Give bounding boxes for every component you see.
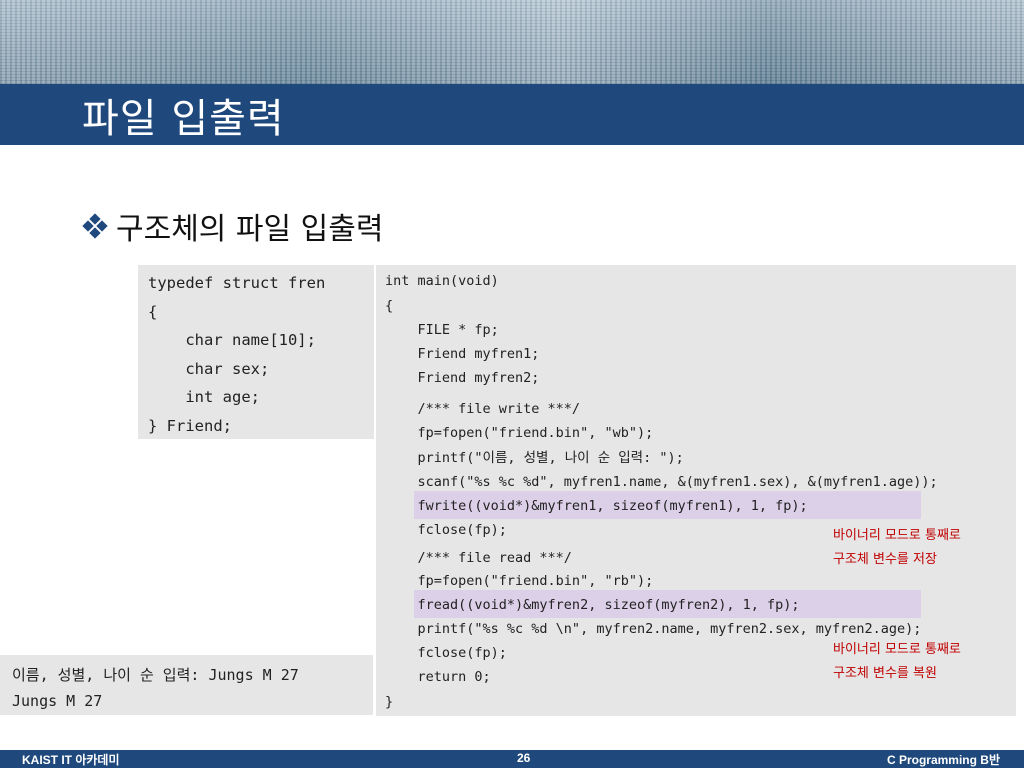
- code-line: char name[10];: [148, 331, 316, 349]
- code-line: fp=fopen("friend.bin", "wb");: [385, 425, 654, 441]
- code-line: int main(void): [385, 273, 499, 289]
- code-line: /*** file write ***/: [385, 401, 581, 417]
- code-line: char sex;: [148, 359, 270, 378]
- page-title: 파일 입출력: [82, 96, 285, 142]
- read-note: 바이너리 모드로 통째로 구조체 변수를 복원: [833, 638, 961, 686]
- code-line: /*** file read ***/: [385, 550, 572, 566]
- code-line: FILE * fp;: [385, 322, 499, 338]
- console-line: 이름, 성별, 나이 순 입력: Jungs M 27: [12, 666, 299, 684]
- footer-bar: KAIST IT 아카데미 26 C Programming B반: [0, 750, 1024, 768]
- code-line: printf("이름, 성별, 나이 순 입력: ");: [385, 450, 684, 466]
- write-note: 바이너리 모드로 통째로 구조체 변수를 저장: [833, 524, 961, 572]
- footer-left-text: KAIST IT 아카데미: [22, 753, 120, 767]
- code-line: printf("%s %c %d \n", myfren2.name, myfr…: [385, 621, 922, 637]
- code-line: int age;: [148, 388, 260, 406]
- read-note-line: 구조체 변수를 복원: [833, 666, 937, 681]
- write-note-line: 바이너리 모드로 통째로: [833, 528, 961, 543]
- code-line: {: [385, 298, 394, 314]
- bullet-item: 구조체의 파일 입출력: [82, 204, 383, 248]
- page-number: 26: [517, 751, 531, 765]
- code-line: typedef struct fren: [148, 274, 326, 292]
- read-note-line: 바이너리 모드로 통째로: [833, 642, 961, 657]
- code-line: } Friend;: [148, 416, 232, 435]
- console-output: 이름, 성별, 나이 순 입력: Jungs M 27 Jungs M 27: [0, 655, 373, 715]
- code-line: }: [385, 694, 394, 710]
- header-texture-banner: [0, 0, 1024, 84]
- code-line: return 0;: [385, 669, 491, 685]
- footer-right-text: C Programming B반: [886, 753, 1000, 767]
- code-line: fwrite((void*)&myfren1, sizeof(myfren1),…: [385, 498, 808, 514]
- struct-code-box: typedef struct fren { char name[10]; char…: [138, 265, 374, 439]
- four-diamond-bullet-icon: [82, 213, 108, 239]
- console-line: Jungs M 27: [12, 692, 103, 710]
- code-line: {: [148, 302, 158, 321]
- code-line: fclose(fp);: [385, 522, 507, 538]
- struct-code: typedef struct fren { char name[10]; char…: [148, 269, 325, 440]
- bullet-text: 구조체의 파일 입출력: [116, 212, 384, 247]
- write-note-line: 구조체 변수를 저장: [833, 552, 937, 567]
- code-line: Friend myfren2;: [385, 370, 540, 386]
- code-line: fp=fopen("friend.bin", "rb");: [385, 573, 654, 589]
- code-line: fclose(fp);: [385, 645, 507, 661]
- code-line: scanf("%s %c %d", myfren1.name, &(myfren…: [385, 474, 938, 490]
- code-line: Friend myfren1;: [385, 346, 540, 362]
- code-line: fread((void*)&myfren2, sizeof(myfren2), …: [385, 597, 800, 613]
